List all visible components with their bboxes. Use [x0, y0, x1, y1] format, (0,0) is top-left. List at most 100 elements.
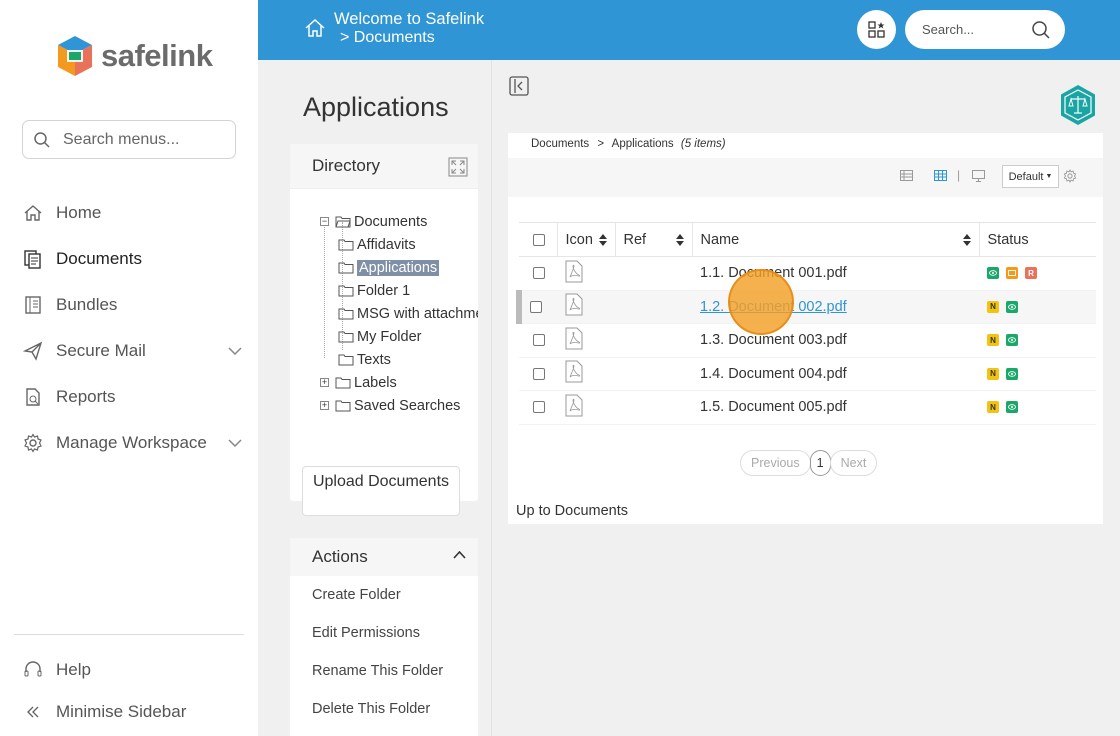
- sidebar-item-documents[interactable]: Documents: [22, 236, 244, 282]
- settings-gear-icon[interactable]: [1063, 169, 1077, 183]
- chevron-up-icon[interactable]: [453, 551, 466, 559]
- breadcrumb-root[interactable]: Documents: [531, 138, 589, 150]
- chevron-down-icon[interactable]: [228, 347, 242, 355]
- tree-node-texts[interactable]: Texts: [320, 348, 478, 371]
- sort-icon[interactable]: [962, 234, 971, 246]
- expand-toggle[interactable]: +: [320, 401, 329, 410]
- present-icon[interactable]: [972, 170, 985, 182]
- folder-open-icon: [335, 216, 351, 228]
- edit-permissions-action[interactable]: Edit Permissions: [290, 614, 478, 652]
- status-cell: N: [979, 323, 1096, 358]
- column-ref[interactable]: Ref: [615, 222, 693, 257]
- view-preset-select[interactable]: Default ▼: [1002, 165, 1059, 188]
- sidebar-item-help[interactable]: Help: [22, 648, 244, 692]
- sidebar-nav: Home Documents Bundles Secure Mail Repor…: [22, 190, 244, 466]
- up-to-documents-link[interactable]: Up to Documents: [516, 503, 628, 519]
- safelink-logo[interactable]: safelink: [55, 34, 213, 78]
- row-checkbox[interactable]: [533, 267, 545, 280]
- table-row[interactable]: 1.3. Document 003.pdf N: [519, 323, 1096, 358]
- table-header-row: Icon Ref Name Status: [519, 222, 1096, 257]
- sidebar-divider: [14, 634, 244, 635]
- previous-page-button[interactable]: Previous: [740, 450, 811, 476]
- list-view-icon[interactable]: [900, 170, 913, 181]
- status-cell: N: [979, 290, 1096, 324]
- table-row[interactable]: 1.2. Document 002.pdf N: [516, 290, 1096, 324]
- table-row[interactable]: 1.1. Document 001.pdf R: [519, 256, 1096, 291]
- home-icon: [22, 202, 44, 224]
- row-checkbox[interactable]: [533, 401, 545, 414]
- collapse-toggle[interactable]: −: [320, 217, 329, 226]
- upload-documents-button[interactable]: Upload Documents: [302, 466, 460, 516]
- document-name[interactable]: 1.4. Document 004.pdf: [692, 357, 979, 391]
- folder-icon: [335, 400, 351, 412]
- row-checkbox[interactable]: [533, 367, 545, 380]
- table-row[interactable]: 1.4. Document 004.pdf N: [519, 357, 1096, 391]
- document-name[interactable]: 1.5. Document 005.pdf: [692, 390, 979, 425]
- tree-node-saved-searches[interactable]: + Saved Searches: [320, 394, 478, 417]
- column-icon[interactable]: Icon: [557, 222, 616, 257]
- sidebar-item-secure-mail[interactable]: Secure Mail: [22, 328, 244, 374]
- global-search-input[interactable]: [922, 22, 1022, 37]
- pdf-icon[interactable]: [565, 260, 583, 283]
- expand-toggle[interactable]: +: [320, 378, 329, 387]
- next-page-button[interactable]: Next: [829, 450, 878, 476]
- document-name[interactable]: 1.3. Document 003.pdf: [692, 323, 979, 358]
- tree-node-affidavits[interactable]: Affidavits: [320, 233, 478, 256]
- table-row[interactable]: 1.5. Document 005.pdf N: [519, 390, 1096, 425]
- headset-icon: [22, 659, 44, 681]
- document-name[interactable]: 1.2. Document 002.pdf: [700, 299, 847, 315]
- folder-panel: Applications Directory − Documents Affid…: [258, 60, 492, 736]
- minimise-sidebar-button[interactable]: Minimise Sidebar: [22, 692, 244, 732]
- rename-folder-action[interactable]: Rename This Folder: [290, 652, 478, 690]
- document-name[interactable]: 1.1. Document 001.pdf: [692, 256, 979, 291]
- actions-header[interactable]: Actions: [290, 538, 478, 576]
- tree-node-documents[interactable]: − Documents: [320, 210, 478, 233]
- documents-table: Icon Ref Name Status 1.1. Document 001.p…: [516, 222, 1096, 425]
- pdf-icon[interactable]: [565, 360, 583, 383]
- sidebar-search[interactable]: [22, 120, 236, 159]
- sidebar-item-reports[interactable]: Reports: [22, 374, 244, 420]
- expand-icon[interactable]: [448, 157, 468, 177]
- tree-node-my-folder[interactable]: My Folder: [320, 325, 478, 348]
- topbar-breadcrumb[interactable]: > Documents: [340, 29, 435, 47]
- comment-status-icon: [1006, 267, 1019, 280]
- search-icon[interactable]: [1031, 20, 1051, 40]
- collapse-panel-icon[interactable]: [509, 76, 529, 96]
- home-icon[interactable]: [304, 18, 326, 38]
- row-checkbox[interactable]: [533, 334, 545, 347]
- tree-node-folder-1[interactable]: Folder 1: [320, 279, 478, 302]
- select-all-checkbox[interactable]: [533, 233, 545, 246]
- sidebar-item-bundles[interactable]: Bundles: [22, 282, 244, 328]
- breadcrumb-current[interactable]: Applications: [612, 138, 674, 150]
- row-checkbox[interactable]: [530, 300, 542, 313]
- global-search[interactable]: [905, 10, 1065, 49]
- tree-node-applications[interactable]: Applications: [320, 256, 478, 279]
- tree-node-msg-with-attachment[interactable]: MSG with attachment: [320, 302, 478, 325]
- viewed-status-icon: [1006, 300, 1019, 313]
- sidebar-item-home[interactable]: Home: [22, 190, 244, 236]
- select-all-header: [519, 222, 558, 257]
- sidebar-search-input[interactable]: [63, 130, 213, 149]
- pdf-icon[interactable]: [565, 293, 583, 316]
- scales-badge-icon[interactable]: [1059, 84, 1097, 126]
- sort-icon[interactable]: [675, 234, 684, 246]
- sidebar-item-manage-workspace[interactable]: Manage Workspace: [22, 420, 244, 466]
- create-folder-action[interactable]: Create Folder: [290, 576, 478, 614]
- pdf-icon[interactable]: [565, 394, 583, 417]
- column-name[interactable]: Name: [692, 222, 980, 257]
- ref-cell: [615, 290, 692, 324]
- grid-view-icon[interactable]: [934, 170, 947, 181]
- report-icon: [22, 386, 44, 408]
- folder-icon: [338, 239, 354, 251]
- column-status[interactable]: Status: [979, 222, 1096, 257]
- chevron-down-icon[interactable]: [228, 439, 242, 447]
- delete-folder-action[interactable]: Delete This Folder: [290, 690, 478, 728]
- directory-card: Directory − Documents Affidavits Applica…: [290, 144, 478, 501]
- apps-grid-button[interactable]: [857, 10, 896, 49]
- sort-icon[interactable]: [598, 234, 607, 246]
- pdf-icon[interactable]: [565, 327, 583, 350]
- status-badge-n: N: [987, 334, 999, 347]
- tree-node-labels[interactable]: + Labels: [320, 371, 478, 394]
- page-1-button[interactable]: 1: [809, 450, 831, 476]
- documents-card: Documents > Applications (5 items) | Def…: [508, 133, 1103, 524]
